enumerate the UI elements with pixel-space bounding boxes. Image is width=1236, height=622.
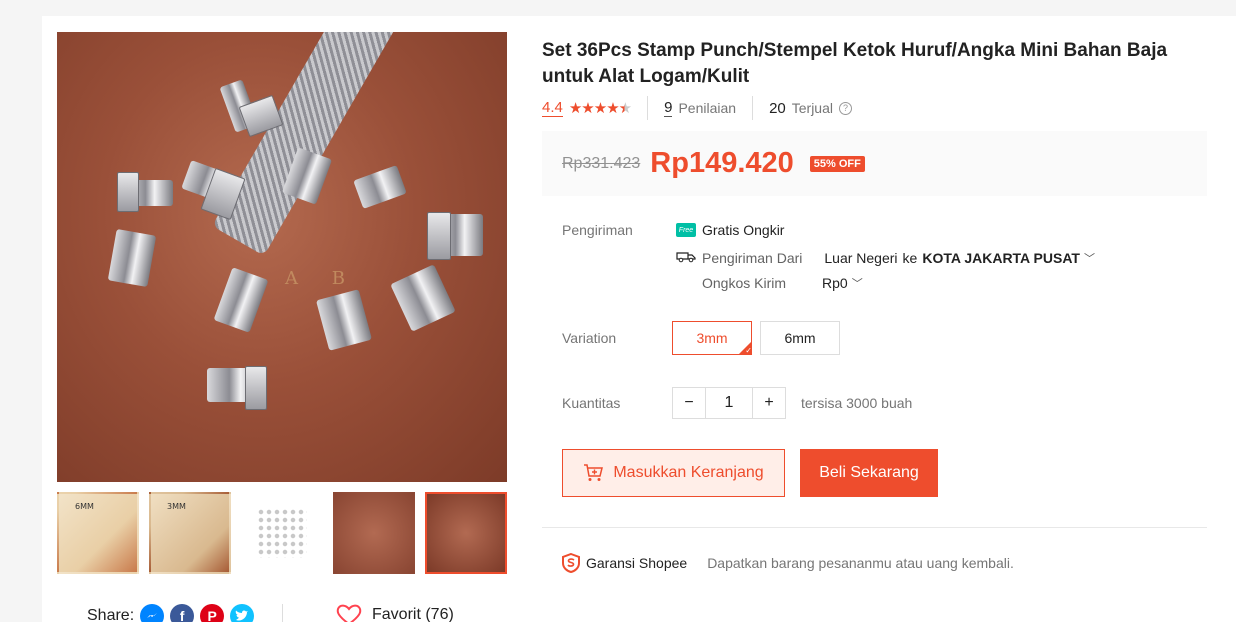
favorite-label: Favorit (76) xyxy=(372,606,454,622)
quantity-input[interactable]: 1 xyxy=(705,388,753,418)
help-icon[interactable]: ? xyxy=(839,101,852,115)
shield-icon xyxy=(562,553,580,573)
free-shipping-text: Gratis Ongkir xyxy=(702,222,785,238)
stamp-pin xyxy=(213,267,269,333)
variation-option-3mm[interactable]: 3mm xyxy=(672,321,752,355)
guarantee-text: Dapatkan barang pesananmu atau uang kemb… xyxy=(707,555,1014,571)
share-label: Share: xyxy=(87,607,135,622)
rating-divider xyxy=(752,96,754,120)
favorite-button[interactable]: Favorit (76) xyxy=(336,604,454,622)
product-title: Set 36Pcs Stamp Punch/Stempel Ketok Huru… xyxy=(542,40,1168,87)
share-divider xyxy=(282,604,283,622)
selected-check-icon xyxy=(738,341,751,354)
shipping-from-value: Luar Negeri xyxy=(824,250,898,266)
variation-option-label: 6mm xyxy=(784,330,816,346)
stamp-pin-head xyxy=(117,172,139,212)
rating-summary: 4.4 ★★★★★ 9 Penilaian 20 Terjual ? xyxy=(542,96,852,120)
sold-label: Terjual xyxy=(791,100,833,116)
shipping-label: Pengiriman xyxy=(562,222,633,238)
decrease-button[interactable]: − xyxy=(673,388,705,418)
shipping-cost-label: Ongkos Kirim xyxy=(702,275,787,291)
reviews-label: Penilaian xyxy=(678,100,737,116)
variation-label: Variation xyxy=(562,330,617,346)
section-divider xyxy=(542,527,1207,528)
shipping-cost-line: Ongkos Kirim Rp0 ﹀ xyxy=(702,275,863,291)
pinterest-icon[interactable]: P xyxy=(200,604,225,622)
star-rating-icon: ★★★★★ xyxy=(568,100,632,117)
stock-text: tersisa 3000 buah xyxy=(801,395,913,411)
main-product-image[interactable]: A B xyxy=(57,32,507,482)
current-price: Rp149.420 xyxy=(650,147,794,179)
thumbnail-4[interactable] xyxy=(333,492,415,574)
price-box: Rp331.423 Rp149.420 55% OFF xyxy=(542,131,1207,196)
discount-badge: 55% OFF xyxy=(809,155,865,172)
reviews-count[interactable]: 9 xyxy=(664,99,673,117)
rating-divider xyxy=(647,96,649,120)
buy-now-button[interactable]: Beli Sekarang xyxy=(800,449,938,497)
quantity-stepper: − 1 + xyxy=(672,387,786,419)
variation-option-label: 3mm xyxy=(696,330,728,346)
shipping-destination[interactable]: KOTA JAKARTA PUSAT xyxy=(922,250,1080,266)
quantity-label: Kuantitas xyxy=(562,395,621,411)
guarantee-row[interactable]: Garansi Shopee Dapatkan barang pesananmu… xyxy=(562,553,1014,573)
messenger-icon[interactable] xyxy=(140,604,165,622)
thumbnail-1[interactable]: 6MM xyxy=(57,492,139,574)
thumbnail-2[interactable]: 3MM xyxy=(149,492,231,574)
sold-count: 20 xyxy=(769,99,786,117)
cart-icon xyxy=(584,464,604,481)
chevron-down-icon[interactable]: ﹀ xyxy=(1084,250,1095,266)
chevron-down-icon[interactable]: ﹀ xyxy=(852,275,863,291)
thumbnail-3[interactable] xyxy=(241,492,323,574)
thumbnail-label: 6MM xyxy=(75,502,94,511)
shipping-to-word: ke xyxy=(902,250,918,266)
thumbnail-5-active[interactable] xyxy=(425,492,507,574)
stamp-pin xyxy=(390,264,456,332)
twitter-icon[interactable] xyxy=(230,604,255,622)
increase-button[interactable]: + xyxy=(753,388,785,418)
free-shipping-icon: Free xyxy=(676,223,696,237)
stamped-letters: A B xyxy=(285,268,359,289)
shipping-from-label: Pengiriman Dari xyxy=(702,250,803,266)
rating-value[interactable]: 4.4 xyxy=(542,99,563,117)
thumbnail-strip: 6MM 3MM xyxy=(57,492,507,574)
guarantee-title: Garansi Shopee xyxy=(586,555,688,571)
thumbnail-label: 3MM xyxy=(167,502,186,511)
add-to-cart-label: Masukkan Keranjang xyxy=(613,464,764,481)
stamp-grid-graphic xyxy=(257,508,307,558)
stamp-pin xyxy=(316,289,372,351)
original-price: Rp331.423 xyxy=(562,154,641,172)
free-shipping-line: Free Gratis Ongkir xyxy=(676,222,784,238)
share-row: Share: f P xyxy=(87,604,255,622)
punch-handle xyxy=(212,32,399,256)
heart-icon xyxy=(336,604,362,622)
stamp-pin xyxy=(353,165,407,209)
shipping-cost-value[interactable]: Rp0 xyxy=(822,275,848,291)
truck-icon xyxy=(676,249,696,267)
stamp-pin-head xyxy=(427,212,451,260)
facebook-icon[interactable]: f xyxy=(170,604,195,622)
add-to-cart-button[interactable]: Masukkan Keranjang xyxy=(562,449,785,497)
variation-option-6mm[interactable]: 6mm xyxy=(760,321,840,355)
shipping-from-line: Pengiriman Dari Luar Negeri ke KOTA JAKA… xyxy=(676,249,1095,267)
stamp-pin-head xyxy=(245,366,267,410)
stamp-pin xyxy=(107,228,157,288)
